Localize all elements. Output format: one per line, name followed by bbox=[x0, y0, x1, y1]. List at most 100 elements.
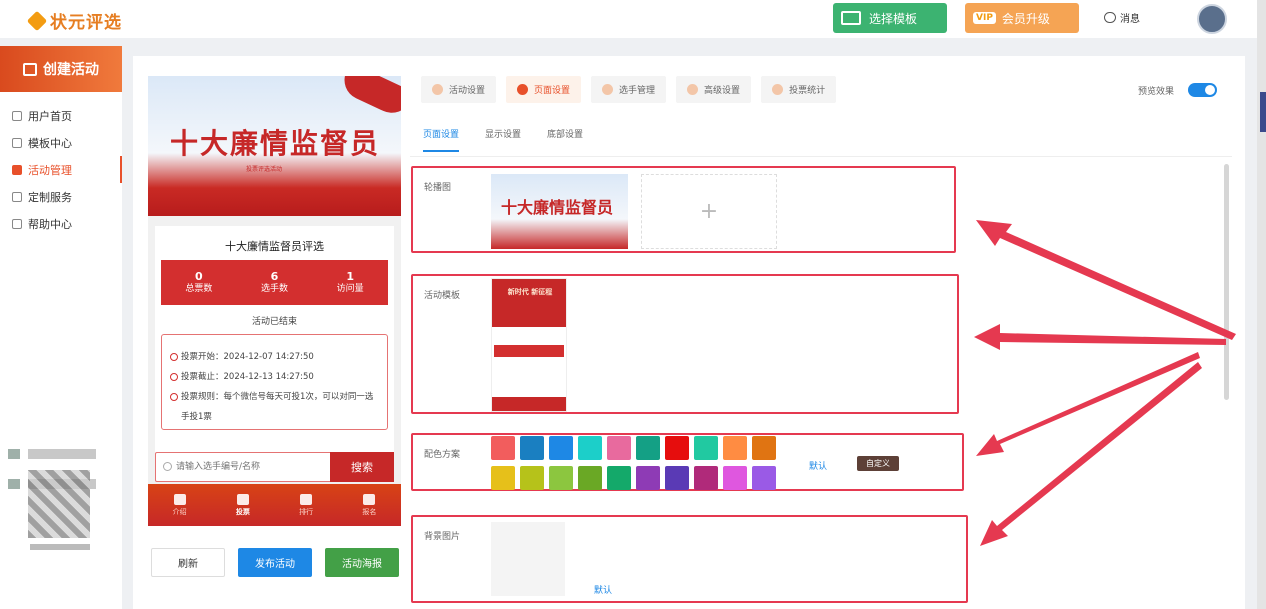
sidebar-item-label: 定制服务 bbox=[28, 190, 72, 204]
refresh-button[interactable]: 刷新 bbox=[151, 548, 225, 577]
sidebar-item-help[interactable]: 帮助中心 bbox=[0, 210, 122, 237]
home-icon bbox=[12, 110, 22, 121]
vote-end-row: 投票截止：2024-12-13 14:27:50 bbox=[170, 367, 379, 387]
preview-bottom-nav: 介绍 投票 排行 报名 bbox=[148, 484, 401, 526]
color-swatch[interactable] bbox=[520, 466, 544, 490]
color-swatch[interactable] bbox=[694, 466, 718, 490]
custom-icon bbox=[12, 191, 22, 202]
edit-icon bbox=[363, 493, 376, 505]
color-swatch[interactable] bbox=[752, 466, 776, 490]
home-icon bbox=[236, 493, 249, 505]
bottom-nav-vote[interactable]: 投票 bbox=[211, 484, 274, 526]
template-thumb-stats bbox=[494, 345, 564, 357]
background-image-thumb[interactable] bbox=[491, 522, 565, 596]
messages-label: 消息 bbox=[1120, 14, 1140, 25]
background-default-option[interactable]: 默认 bbox=[594, 583, 612, 596]
sidebar-item-home[interactable]: 用户首页 bbox=[0, 102, 122, 129]
activity-status: 活动已结束 bbox=[251, 317, 297, 327]
plus-square-icon bbox=[23, 62, 37, 76]
vote-end-text: 投票截止：2024-12-13 14:27:50 bbox=[181, 372, 314, 382]
bottom-nav-intro[interactable]: 介绍 bbox=[148, 484, 211, 526]
sidebar-item-templates[interactable]: 模板中心 bbox=[0, 129, 122, 156]
preview-toggle-label: 预览效果 bbox=[1138, 87, 1175, 97]
color-swatch[interactable] bbox=[491, 436, 515, 460]
messages-link[interactable]: 消息 bbox=[1104, 10, 1140, 25]
logo-text: 状元评选 bbox=[50, 13, 122, 33]
ribbon-decoration bbox=[337, 76, 401, 120]
tab-page-settings[interactable]: 页面设置 bbox=[506, 76, 582, 103]
subtab-page-settings[interactable]: 页面设置 bbox=[423, 127, 460, 152]
subtab-footer-settings[interactable]: 底部设置 bbox=[547, 127, 583, 152]
color-swatch[interactable] bbox=[578, 436, 602, 460]
preview-toggle[interactable] bbox=[1188, 83, 1217, 97]
color-swatch[interactable] bbox=[723, 436, 747, 460]
tab-activity-settings[interactable]: 活动设置 bbox=[421, 76, 497, 103]
color-swatch[interactable] bbox=[665, 466, 689, 490]
stat-visits: 1 访问量 bbox=[312, 260, 388, 305]
color-default-option[interactable]: 默认 bbox=[809, 459, 827, 472]
color-swatch[interactable] bbox=[752, 436, 776, 460]
carousel-image-thumb[interactable]: 十大廉情监督员 bbox=[491, 174, 628, 249]
color-scheme-label: 配色方案 bbox=[424, 450, 461, 460]
color-swatches bbox=[491, 436, 776, 490]
color-swatch[interactable] bbox=[636, 436, 660, 460]
logo[interactable]: 状元评选 bbox=[26, 8, 122, 33]
color-swatch[interactable] bbox=[578, 466, 602, 490]
bottom-nav-label: 投票 bbox=[235, 507, 250, 516]
vip-upgrade-button[interactable]: VIP 会员升级 bbox=[965, 3, 1079, 33]
color-swatch[interactable] bbox=[549, 466, 573, 490]
color-swatch[interactable] bbox=[549, 436, 573, 460]
publish-activity-button[interactable]: 发布活动 bbox=[238, 548, 312, 577]
bottom-nav-label: 排行 bbox=[299, 507, 314, 516]
sidebar-item-activity[interactable]: 活动管理 bbox=[0, 156, 122, 183]
tab-vote-statistics[interactable]: 投票统计 bbox=[761, 76, 837, 103]
template-icon bbox=[12, 137, 22, 148]
bottom-nav-signup[interactable]: 报名 bbox=[338, 484, 401, 526]
settings-scrollbar[interactable] bbox=[1224, 164, 1229, 400]
user-avatar[interactable] bbox=[1197, 4, 1227, 34]
blurred-qr-caption bbox=[30, 544, 90, 550]
window-scrollbar-thumb[interactable] bbox=[1260, 92, 1266, 132]
add-carousel-image-button[interactable]: + bbox=[641, 174, 777, 249]
gear-icon bbox=[432, 84, 443, 95]
activity-poster-button[interactable]: 活动海报 bbox=[325, 548, 399, 577]
create-activity-button[interactable]: 创建活动 bbox=[0, 46, 122, 92]
select-template-button[interactable]: 选择模板 bbox=[833, 3, 947, 33]
stat-label: 选手数 bbox=[261, 283, 289, 294]
template-icon bbox=[841, 11, 861, 25]
tab-label: 活动设置 bbox=[449, 86, 486, 96]
color-swatch[interactable] bbox=[607, 466, 631, 490]
background-image-label: 背景图片 bbox=[424, 532, 461, 542]
stat-value: 6 bbox=[270, 269, 279, 283]
help-icon bbox=[12, 218, 22, 229]
tab-contestant-management[interactable]: 选手管理 bbox=[591, 76, 667, 103]
tab-label: 高级设置 bbox=[704, 86, 741, 96]
info-icon bbox=[170, 393, 178, 401]
vote-start-row: 投票开始：2024-12-07 14:27:50 bbox=[170, 347, 379, 367]
background-image-section: 背景图片 默认 bbox=[411, 515, 968, 603]
color-swatch[interactable] bbox=[520, 436, 544, 460]
color-swatch[interactable] bbox=[723, 466, 747, 490]
divider bbox=[410, 156, 1232, 157]
sidebar-item-label: 用户首页 bbox=[28, 109, 72, 123]
search-button[interactable]: 搜索 bbox=[330, 452, 394, 482]
color-swatch[interactable] bbox=[665, 436, 689, 460]
template-label: 活动模板 bbox=[424, 291, 461, 301]
color-swatch[interactable] bbox=[636, 466, 660, 490]
message-bubble-icon bbox=[1104, 12, 1116, 23]
color-swatch[interactable] bbox=[607, 436, 631, 460]
activity-template-thumb[interactable]: 新时代 新征程 bbox=[491, 278, 567, 412]
contestant-search-input[interactable] bbox=[156, 453, 328, 481]
color-swatch[interactable] bbox=[491, 466, 515, 490]
color-swatch[interactable] bbox=[694, 436, 718, 460]
stat-value: 0 bbox=[195, 269, 203, 283]
bottom-nav-ranking[interactable]: 排行 bbox=[275, 484, 338, 526]
tab-label: 页面设置 bbox=[534, 86, 571, 96]
custom-color-button[interactable]: 自定义 bbox=[857, 456, 899, 471]
banner-title: 十大廉情监督员 bbox=[170, 127, 381, 160]
page-icon bbox=[517, 84, 529, 95]
tab-advanced-settings[interactable]: 高级设置 bbox=[676, 76, 752, 103]
sidebar-item-custom[interactable]: 定制服务 bbox=[0, 183, 122, 210]
subtab-display-settings[interactable]: 显示设置 bbox=[485, 127, 521, 152]
create-activity-label: 创建活动 bbox=[43, 62, 99, 78]
